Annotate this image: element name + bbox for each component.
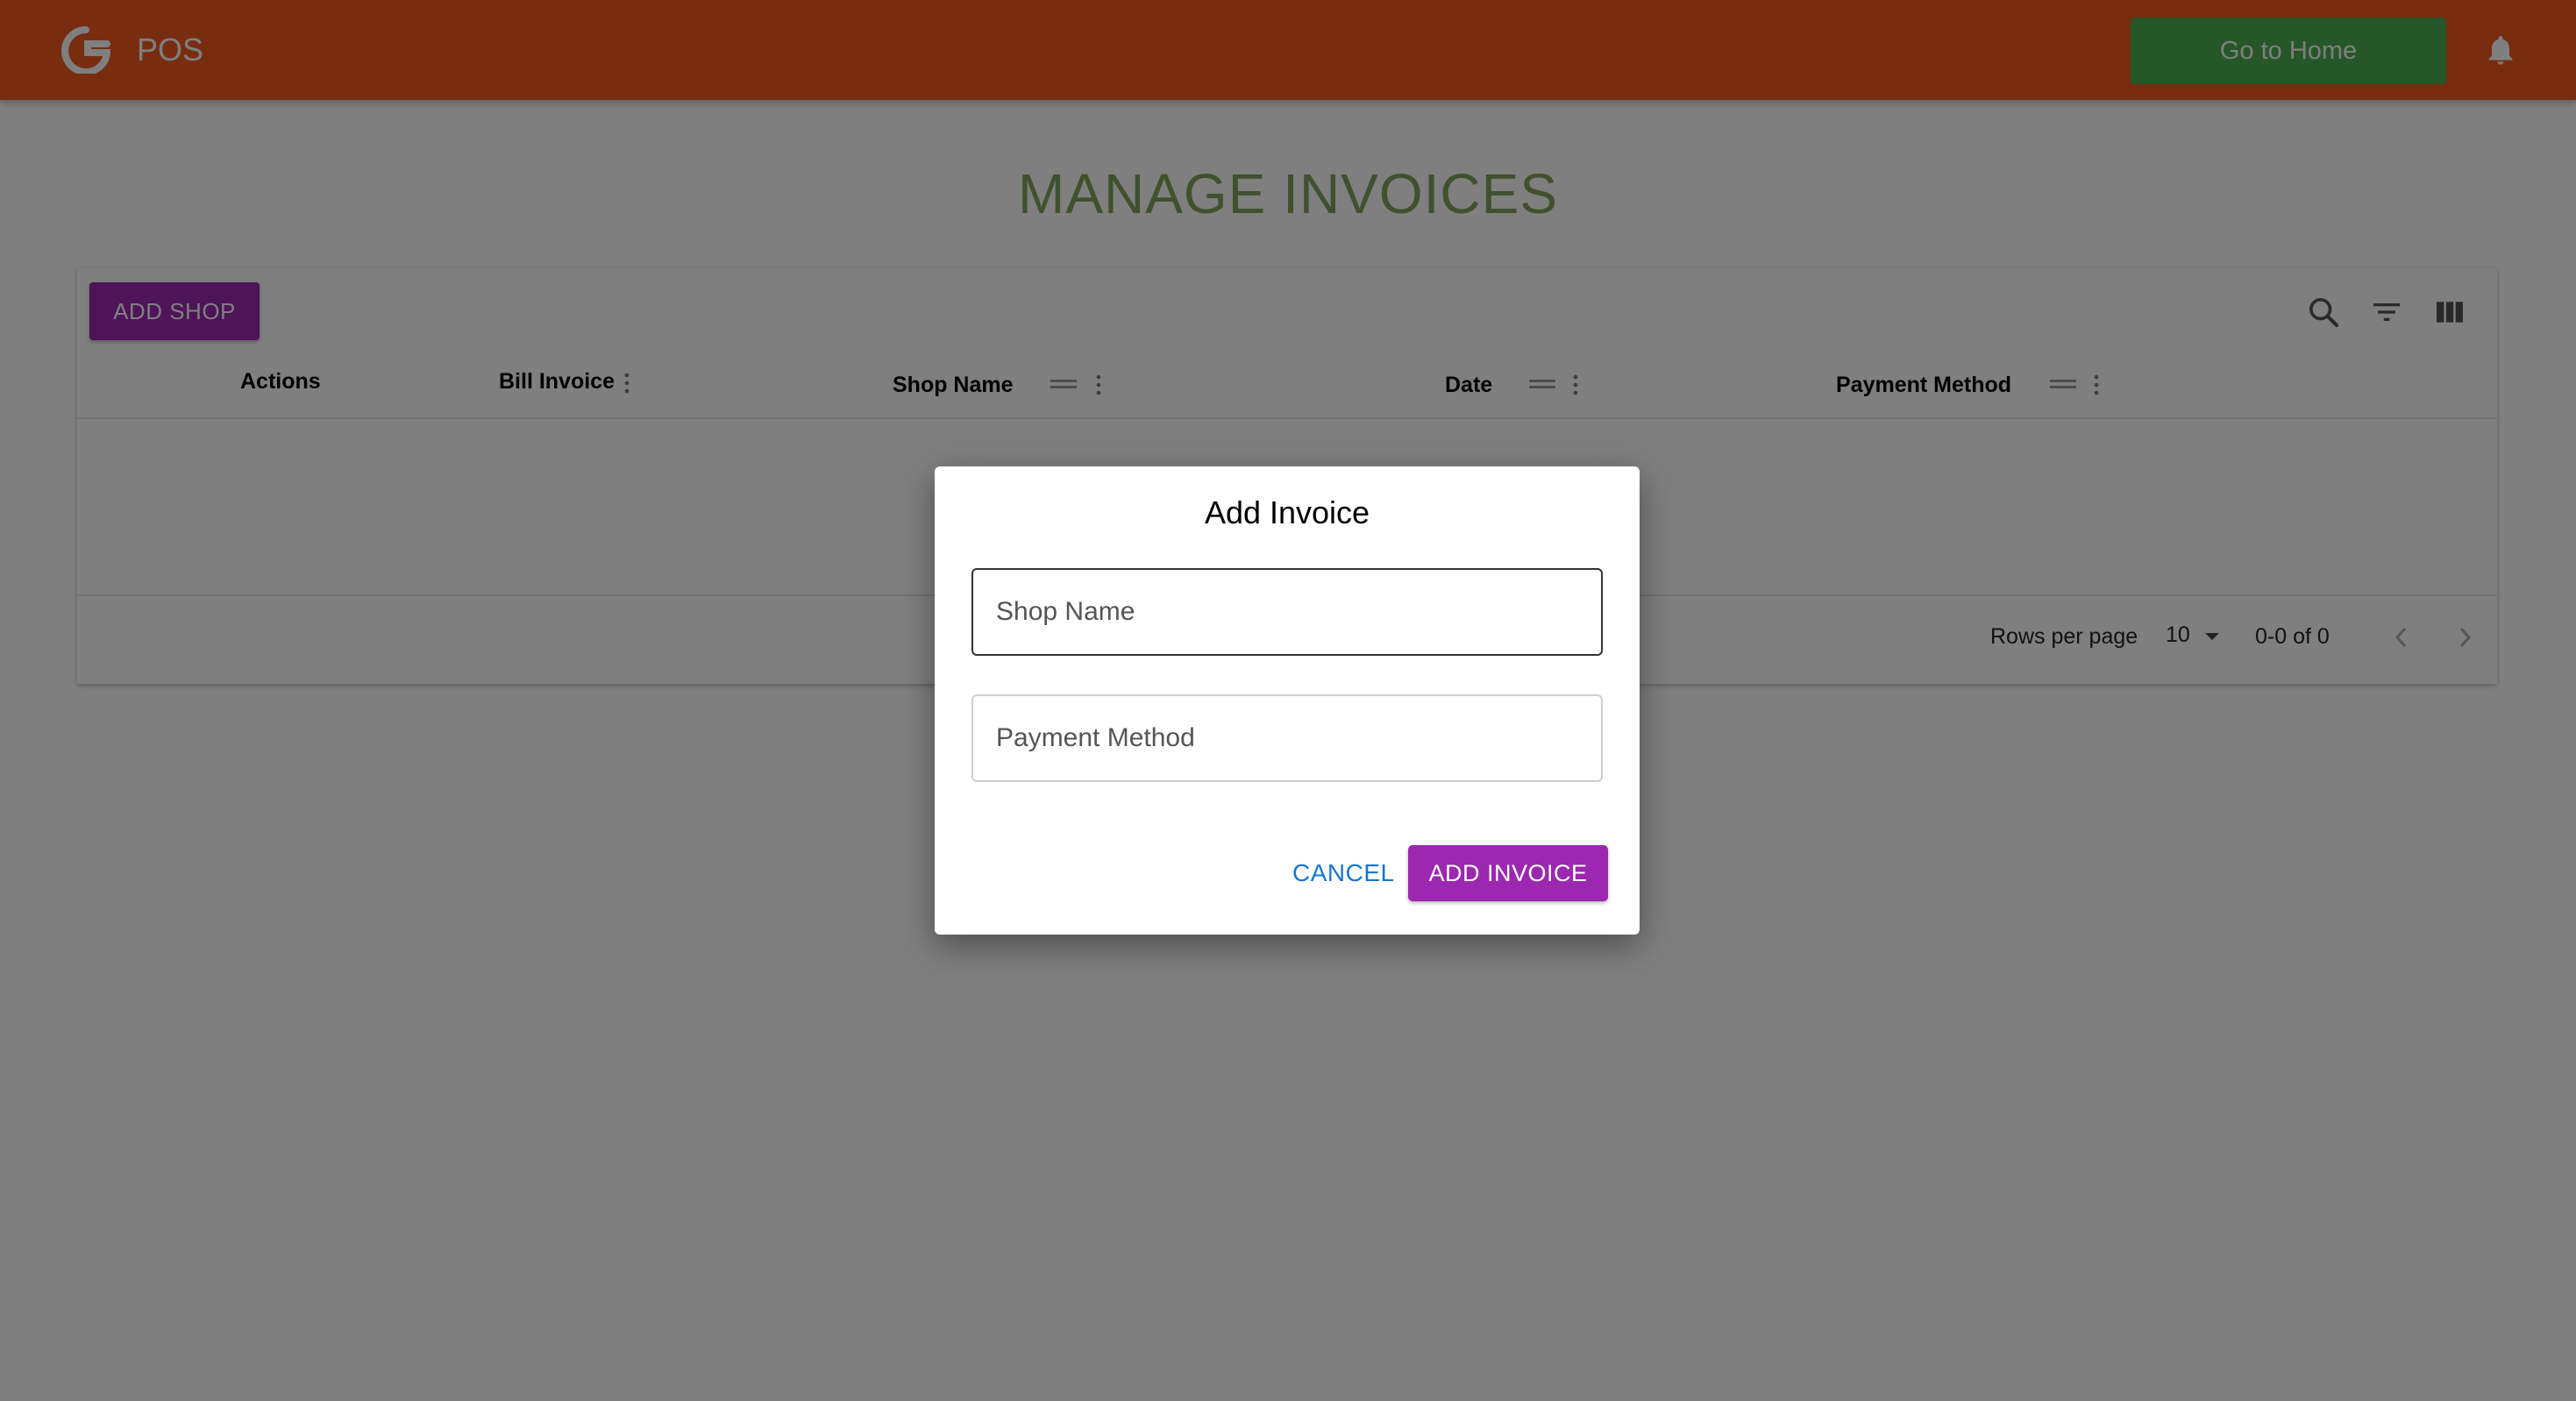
dialog-title: Add Invoice	[1204, 494, 1370, 530]
add-invoice-button[interactable]: ADD INVOICE	[1408, 845, 1608, 901]
cancel-button[interactable]: CANCEL	[1278, 845, 1409, 901]
shop-name-field[interactable]	[971, 568, 1603, 656]
payment-method-field[interactable]	[971, 694, 1603, 782]
payment-method-input[interactable]	[973, 696, 1601, 780]
add-invoice-dialog: Add Invoice CANCEL ADD INVOICE	[935, 466, 1640, 935]
shop-name-input[interactable]	[973, 570, 1601, 654]
